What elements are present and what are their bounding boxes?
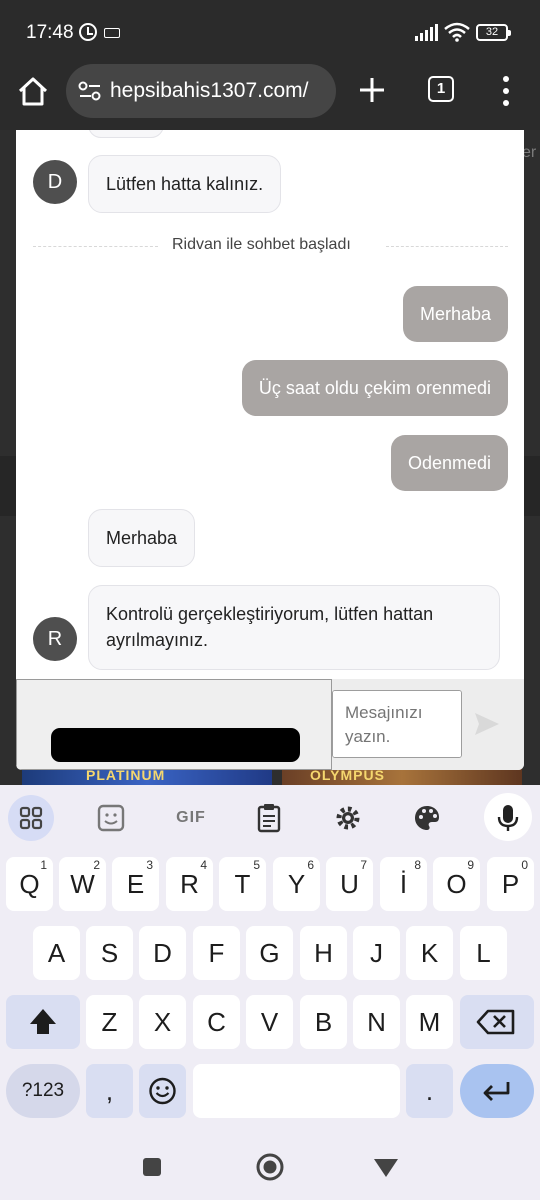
tab-switcher-button[interactable]: 1: [428, 76, 454, 102]
outgoing-message: Üç saat oldu çekim orenmedi: [241, 360, 508, 416]
redacted-block: [51, 728, 300, 762]
gif-button[interactable]: GIF: [168, 795, 214, 841]
key-w[interactable]: W2: [59, 857, 106, 911]
key-f[interactable]: F: [193, 926, 240, 980]
sticker-icon[interactable]: [88, 795, 134, 841]
key-t[interactable]: T5: [219, 857, 266, 911]
key-m[interactable]: M: [406, 995, 453, 1049]
outgoing-message: Merhaba: [402, 286, 508, 342]
key-k[interactable]: K: [406, 926, 453, 980]
agent-avatar: D: [33, 160, 77, 204]
status-time: 17:48: [26, 22, 74, 43]
new-tab-icon[interactable]: [356, 74, 388, 106]
symbols-key[interactable]: ?123: [6, 1064, 80, 1118]
key-n[interactable]: N: [353, 995, 400, 1049]
comma-key[interactable]: ,: [86, 1064, 133, 1118]
divider: [386, 246, 508, 247]
key-z[interactable]: Z: [86, 995, 133, 1049]
url-text: hepsibahis1307.com/: [110, 79, 309, 102]
shift-icon: [30, 1009, 56, 1034]
chat-input-area: [16, 679, 524, 770]
keyboard-notification-icon: [104, 28, 120, 38]
key-y[interactable]: Y6: [273, 857, 320, 911]
site-settings-icon[interactable]: [78, 80, 102, 102]
page-edge-text: er: [522, 144, 537, 161]
wifi-icon: [444, 22, 470, 42]
key-x[interactable]: X: [139, 995, 186, 1049]
incoming-message: Lütfen hatta kalınız.: [88, 155, 282, 213]
chat-bubble-partial: [88, 130, 164, 138]
battery-icon: 32: [476, 24, 511, 41]
palette-icon[interactable]: [404, 795, 450, 841]
gear-icon[interactable]: [325, 795, 371, 841]
status-bar: 17:48 32: [0, 0, 540, 62]
key-r[interactable]: R4: [166, 857, 213, 911]
key-g[interactable]: G: [246, 926, 293, 980]
home-icon[interactable]: [16, 74, 50, 108]
key-h[interactable]: H: [300, 926, 347, 980]
clipboard-icon[interactable]: [246, 795, 292, 841]
key-o[interactable]: O9: [433, 857, 480, 911]
key-p[interactable]: P0: [487, 857, 534, 911]
chat-window: D Lütfen hatta kalınız. Ridvan ile sohbe…: [16, 130, 524, 770]
key-d[interactable]: D: [139, 926, 186, 980]
agent-avatar: R: [33, 617, 77, 661]
key-u[interactable]: U7: [326, 857, 373, 911]
url-bar[interactable]: hepsibahis1307.com/: [66, 64, 336, 118]
apps-icon[interactable]: [8, 795, 54, 841]
browser-toolbar: hepsibahis1307.com/ 1: [0, 62, 540, 130]
recents-icon[interactable]: [141, 1156, 163, 1178]
emoji-icon: [149, 1077, 176, 1105]
key-s[interactable]: S: [86, 926, 133, 980]
period-key[interactable]: .: [406, 1064, 453, 1118]
alarm-icon: [79, 23, 97, 41]
backspace-key[interactable]: [460, 995, 534, 1049]
system-message: Ridvan ile sohbet başladı: [172, 236, 351, 253]
signal-icon: [415, 24, 438, 41]
key-c[interactable]: C: [193, 995, 240, 1049]
emoji-key[interactable]: [139, 1064, 186, 1118]
message-input[interactable]: [332, 690, 462, 758]
divider: [33, 246, 158, 247]
enter-key[interactable]: [460, 1064, 534, 1118]
keyboard: GIF Q1 W2 E3 R4 T5 Y6 U7 İ8 O9 P0 A S D …: [0, 785, 540, 1130]
shift-key[interactable]: [6, 995, 80, 1049]
key-a[interactable]: A: [33, 926, 80, 980]
space-key[interactable]: [193, 1064, 400, 1118]
outgoing-message: Odenmedi: [390, 435, 508, 491]
incoming-message: Kontrolü gerçekleştiriyorum, lütfen hatt…: [88, 585, 500, 670]
mic-icon[interactable]: [484, 793, 532, 841]
incoming-message: Merhaba: [88, 509, 196, 567]
backspace-icon: [476, 1009, 515, 1035]
home-nav-icon[interactable]: [256, 1153, 284, 1181]
send-icon[interactable]: [472, 709, 502, 739]
more-menu-icon[interactable]: [496, 76, 516, 106]
key-dotted-i[interactable]: İ8: [380, 857, 427, 911]
enter-icon: [483, 1082, 510, 1101]
key-q[interactable]: Q1: [6, 857, 53, 911]
key-b[interactable]: B: [300, 995, 347, 1049]
back-icon[interactable]: [373, 1158, 399, 1178]
key-j[interactable]: J: [353, 926, 400, 980]
navigation-bar: [0, 1130, 540, 1200]
key-l[interactable]: L: [460, 926, 507, 980]
attachment-area: [16, 679, 332, 770]
key-v[interactable]: V: [246, 995, 293, 1049]
key-e[interactable]: E3: [112, 857, 159, 911]
